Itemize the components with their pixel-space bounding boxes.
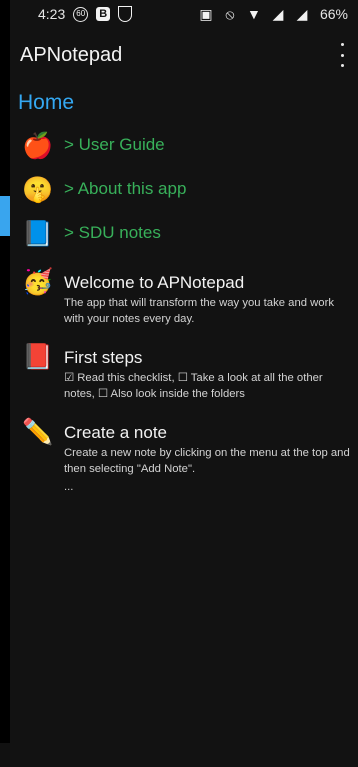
home-title: Home bbox=[18, 91, 75, 114]
link-about-app[interactable]: 🤫 > About this app bbox=[10, 167, 358, 211]
party-face-icon: 🥳 bbox=[22, 267, 54, 296]
left-edge-strip bbox=[0, 196, 10, 236]
book-icon: 📘 bbox=[22, 218, 54, 248]
note-more: ... bbox=[64, 481, 74, 494]
note-body: Create a note Create a new note by click… bbox=[64, 417, 350, 496]
red-book-icon: 📕 bbox=[22, 341, 54, 371]
left-edge-corner bbox=[0, 743, 10, 767]
top-app-bar: APNotepad bbox=[10, 28, 358, 82]
link-label: > User Guide bbox=[64, 135, 165, 154]
pencil-icon: ✏️ bbox=[22, 416, 54, 446]
note-text: The app that will transform the way you … bbox=[64, 297, 335, 326]
link-user-guide[interactable]: 🍎 > User Guide bbox=[10, 123, 358, 167]
note-body: Welcome to APNotepad The app that will t… bbox=[64, 267, 350, 328]
battery-percent: 66% bbox=[319, 6, 348, 22]
app-title: APNotepad bbox=[20, 43, 123, 66]
b-icon: B bbox=[96, 7, 111, 21]
signal-icon: ◢ bbox=[272, 6, 284, 22]
app-screen: 4:23 60 B ▣ ⦸ ▼ ◢ ◢ 66% APNotepad Home 🍎… bbox=[10, 0, 358, 767]
notes-list: 🥳 Welcome to APNotepad The app that will… bbox=[10, 267, 358, 496]
note-item-create-note[interactable]: ✏️ Create a note Create a new note by cl… bbox=[10, 417, 358, 496]
signal-icon: ◢ bbox=[296, 6, 308, 22]
note-item-welcome[interactable]: 🥳 Welcome to APNotepad The app that will… bbox=[10, 267, 358, 328]
note-text: Create a new note by clicking on the men… bbox=[64, 446, 350, 475]
badge-icon: 60 bbox=[73, 6, 89, 22]
status-left: 4:23 60 B bbox=[38, 6, 133, 22]
shushing-face-icon: 🤫 bbox=[22, 174, 54, 204]
note-title: Create a note bbox=[64, 422, 168, 442]
nfc-icon: ▣ bbox=[199, 6, 213, 22]
note-item-first-steps[interactable]: 📕 First steps ☑ Read this checklist, ☐ T… bbox=[10, 342, 358, 403]
mute-icon: ⦸ bbox=[225, 6, 235, 22]
note-title: Welcome to APNotepad bbox=[64, 273, 245, 292]
shield-icon bbox=[118, 6, 133, 22]
link-label: > About this app bbox=[64, 179, 187, 198]
more-vert-icon[interactable] bbox=[336, 41, 348, 69]
note-body: First steps ☑ Read this checklist, ☐ Tak… bbox=[64, 342, 350, 403]
status-bar: 4:23 60 B ▣ ⦸ ▼ ◢ ◢ 66% bbox=[10, 0, 358, 28]
wifi-icon: ▼ bbox=[247, 6, 261, 22]
apple-icon: 🍎 bbox=[22, 130, 54, 160]
status-time: 4:23 bbox=[38, 6, 66, 22]
note-text: ☑ Read this checklist, ☐ Take a look at … bbox=[64, 371, 323, 401]
link-label: > SDU notes bbox=[64, 223, 161, 242]
link-sdu-notes[interactable]: 📘 > SDU notes bbox=[10, 211, 358, 255]
note-title: First steps bbox=[64, 347, 143, 367]
status-right: ▣ ⦸ ▼ ◢ ◢ 66% bbox=[198, 6, 348, 22]
